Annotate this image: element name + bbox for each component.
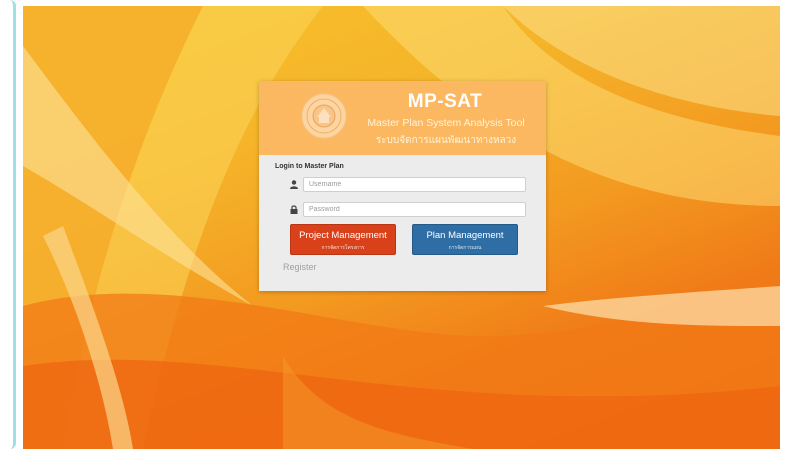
password-input[interactable]: [303, 202, 526, 217]
background-wallpaper: MP-SAT Master Plan System Analysis Tool …: [23, 6, 780, 449]
project-management-button[interactable]: Project Management การจัดการโครงการ: [290, 224, 396, 255]
project-management-label: Project Management: [299, 230, 387, 241]
user-icon: [287, 177, 301, 192]
username-input[interactable]: [303, 177, 526, 192]
app-title: MP-SAT: [407, 91, 483, 112]
plan-management-sublabel: การจัดการแผน: [448, 245, 482, 251]
plan-management-button[interactable]: Plan Management การจัดการแผน: [412, 224, 518, 255]
lock-icon: [287, 202, 301, 217]
username-row: [287, 177, 527, 192]
department-seal-icon: [301, 93, 347, 139]
login-heading: Login to Master Plan: [275, 163, 344, 170]
project-management-sublabel: การจัดการโครงการ: [321, 245, 365, 251]
panel-header: MP-SAT Master Plan System Analysis Tool …: [259, 81, 546, 155]
app-subtitle-english: Master Plan System Analysis Tool: [367, 117, 525, 129]
register-link[interactable]: Register: [283, 262, 317, 272]
login-panel: MP-SAT Master Plan System Analysis Tool …: [259, 81, 546, 291]
app-subtitle-thai: ระบบจัดการแผนพัฒนาทางหลวง: [375, 135, 517, 146]
password-row: [287, 202, 527, 217]
plan-management-label: Plan Management: [426, 230, 504, 241]
left-side-strip: [0, 0, 16, 449]
login-form: Login to Master Plan Username Project Ma…: [259, 155, 546, 291]
